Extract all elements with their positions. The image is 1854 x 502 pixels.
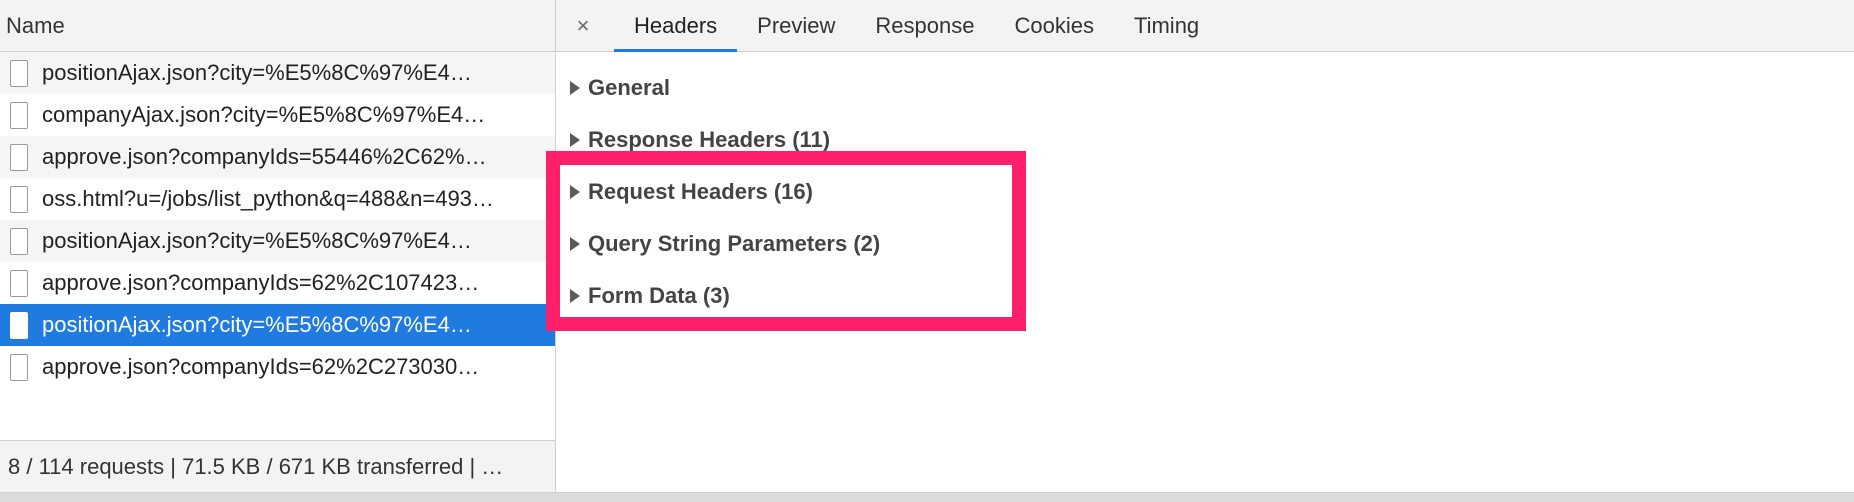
- file-icon: [10, 101, 28, 129]
- name-column-header[interactable]: Name: [0, 0, 555, 52]
- file-icon: [10, 185, 28, 213]
- request-name: positionAjax.json?city=%E5%8C%97%E4…: [42, 60, 472, 85]
- request-list-pane: Name positionAjax.json?city=%E5%8C%97%E4…: [0, 0, 556, 492]
- expand-triangle-icon: [570, 289, 580, 303]
- section-label: Form Data (3): [588, 283, 730, 308]
- network-status-bar: 8 / 114 requests | 71.5 KB / 671 KB tran…: [0, 440, 555, 492]
- status-summary: 8 / 114 requests | 71.5 KB / 671 KB tran…: [8, 453, 504, 479]
- file-icon: [10, 353, 28, 381]
- request-name: companyAjax.json?city=%E5%8C%97%E4…: [42, 102, 486, 127]
- request-details-pane: × Headers Preview Response Cookies Timin…: [556, 0, 1854, 492]
- section-request-headers[interactable]: Request Headers (16): [556, 166, 1854, 218]
- file-icon: [10, 59, 28, 87]
- expand-triangle-icon: [570, 185, 580, 199]
- header-sections: General Response Headers (11) Request He…: [556, 52, 1854, 322]
- expand-triangle-icon: [570, 133, 580, 147]
- request-name: approve.json?companyIds=55446%2C62%…: [42, 144, 487, 169]
- tab-cookies[interactable]: Cookies: [994, 0, 1113, 51]
- file-icon: [10, 311, 28, 339]
- request-row-selected[interactable]: positionAjax.json?city=%E5%8C%97%E4…: [0, 304, 555, 346]
- request-row[interactable]: positionAjax.json?city=%E5%8C%97%E4…: [0, 220, 555, 262]
- request-name: approve.json?companyIds=62%2C107423…: [42, 270, 480, 295]
- request-name: oss.html?u=/jobs/list_python&q=488&n=493…: [42, 186, 494, 211]
- request-row[interactable]: approve.json?companyIds=62%2C273030…: [0, 346, 555, 388]
- section-query-string-parameters[interactable]: Query String Parameters (2): [556, 218, 1854, 270]
- file-icon: [10, 227, 28, 255]
- request-row[interactable]: approve.json?companyIds=62%2C107423…: [0, 262, 555, 304]
- expand-triangle-icon: [570, 237, 580, 251]
- close-icon[interactable]: ×: [570, 0, 596, 51]
- file-icon: [10, 143, 28, 171]
- section-label: Request Headers (16): [588, 179, 813, 204]
- section-label: General: [588, 75, 670, 100]
- request-row[interactable]: positionAjax.json?city=%E5%8C%97%E4…: [0, 52, 555, 94]
- bottom-divider: [0, 492, 1854, 502]
- section-form-data[interactable]: Form Data (3): [556, 270, 1854, 322]
- details-tab-bar: × Headers Preview Response Cookies Timin…: [556, 0, 1854, 52]
- section-label: Query String Parameters (2): [588, 231, 881, 256]
- request-row[interactable]: approve.json?companyIds=55446%2C62%…: [0, 136, 555, 178]
- tab-headers[interactable]: Headers: [614, 0, 738, 52]
- tab-preview[interactable]: Preview: [737, 0, 855, 51]
- request-row[interactable]: companyAjax.json?city=%E5%8C%97%E4…: [0, 94, 555, 136]
- expand-triangle-icon: [570, 81, 580, 95]
- section-label: Response Headers (11): [588, 127, 831, 152]
- tab-timing[interactable]: Timing: [1114, 0, 1219, 51]
- section-general[interactable]: General: [556, 62, 1854, 114]
- request-name: approve.json?companyIds=62%2C273030…: [42, 354, 480, 379]
- tab-response[interactable]: Response: [855, 0, 994, 51]
- request-name: positionAjax.json?city=%E5%8C%97%E4…: [42, 228, 472, 253]
- request-list: positionAjax.json?city=%E5%8C%97%E4… com…: [0, 52, 555, 388]
- name-column-label: Name: [6, 12, 65, 38]
- request-name: positionAjax.json?city=%E5%8C%97%E4…: [42, 312, 472, 337]
- file-icon: [10, 269, 28, 297]
- section-response-headers[interactable]: Response Headers (11): [556, 114, 1854, 166]
- request-row[interactable]: oss.html?u=/jobs/list_python&q=488&n=493…: [0, 178, 555, 220]
